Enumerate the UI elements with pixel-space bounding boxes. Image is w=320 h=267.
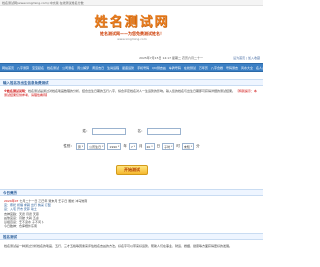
almanac-line: 今日胎神：仓库栖外东南 (4, 224, 38, 229)
nav-item[interactable]: 八字合婚 (211, 66, 223, 70)
year-unit: 年 (123, 144, 127, 148)
nav-item[interactable]: 万年历 (199, 66, 208, 70)
nav-item[interactable]: 车牌号码 (169, 66, 181, 70)
month-unit: 月 (139, 144, 143, 148)
nav-item[interactable]: 手机号码 (137, 66, 149, 70)
day-select[interactable]: 20 ▾ (144, 143, 155, 150)
month-select[interactable]: 7 ▾ (128, 143, 137, 150)
hour-unit: 时 (176, 144, 180, 148)
minute-select[interactable]: 未知 ▾ (181, 143, 195, 150)
nav-item[interactable]: 名人八字 (256, 66, 263, 70)
site-logo[interactable]: 姓名测试网 (78, 11, 186, 30)
site-url[interactable]: www.xingming.com (100, 37, 164, 41)
chevron-down-icon: ▾ (151, 145, 153, 148)
given-name-input[interactable] (146, 128, 181, 135)
nav-item[interactable]: 姓名测试 (47, 66, 59, 70)
almanac-content: 2024年07 七月二十一日 乙巳年 癸未月 壬子日 属蛇 冲马煞南 宜：祭祀 … (4, 199, 259, 228)
nav-item[interactable]: 风水大全 (241, 66, 253, 70)
current-date: 2025年7月15日 14:17 星期二 农历六月二十一 (139, 56, 203, 60)
chevron-down-icon: ▾ (190, 145, 193, 148)
header-links[interactable]: 设为首页 | 加入收藏 (233, 56, 260, 60)
section-header-desc: 姓名测试 (0, 233, 263, 240)
intro-text: ※姓名测试说明：姓名测试是通过对姓名笔画数理的分析，结合出生日期的五行八字，综合… (4, 89, 259, 97)
section-header-almanac: 今日黄历 (0, 189, 263, 196)
intro-body: 姓名测试是通过对姓名笔画数理的分析，结合出生日期的五行八字，综合评定姓名对人一生… (27, 89, 235, 93)
chevron-down-icon: ▾ (81, 145, 84, 148)
gender-select[interactable]: 男 ▾ (75, 143, 86, 150)
calendar-select[interactable]: 公历生日 ▾ (87, 143, 106, 150)
info-bar: 2025年7月15日 14:17 星期二 农历六月二十一 设为首页 | 加入收藏 (0, 56, 263, 61)
nav-item[interactable]: 网站首页 (2, 66, 14, 70)
surname-label: 姓： (82, 129, 90, 133)
chevron-down-icon: ▾ (171, 145, 173, 148)
chevron-down-icon: ▾ (102, 145, 104, 148)
nav-item[interactable]: 在线测试 (184, 66, 196, 70)
nav-item[interactable]: 宝宝起名 (32, 66, 44, 70)
day-unit: 日 (156, 144, 161, 148)
browser-bar: 姓名测试网(www.xingming.com) 中文版 在线测试姓名分数 (0, 0, 263, 6)
nav-item[interactable]: 黄道吉日 (92, 66, 104, 70)
browser-url[interactable]: 姓名测试网(www.xingming.com) 中文版 在线测试姓名分数 (2, 1, 84, 5)
nav-item[interactable]: 周公解梦 (77, 66, 89, 70)
section-title: 今日黄历 (3, 191, 17, 195)
hour-select[interactable]: 子时 ▾ (162, 143, 175, 150)
minute-unit: 分 (196, 144, 200, 148)
name-row: 姓： 名： (0, 127, 263, 136)
nav-item[interactable]: 公司测名 (62, 66, 74, 70)
section-title: 姓名测试 (3, 235, 17, 239)
given-name-label: 名： (137, 129, 145, 133)
gender-label: 性别： (63, 144, 74, 148)
surname-input[interactable] (91, 128, 126, 135)
main-nav: 网站首页 八字测算 宝宝起名 姓名测试 公司测名 周公解梦 黄道吉日 生肖运程 星座运势 手机号码… (0, 63, 263, 72)
nav-item[interactable]: 八字测算 (17, 66, 29, 70)
description-text: 姓名测试是一种通过分析姓名的笔画、五行、三才五格等因素来评估姓名吉凶的方法。好名… (4, 244, 233, 248)
birth-row: 性别： 男 ▾ 公历生日 ▾ 1990 ▾ 年 7 ▾ 月 20 ▾ 日 子时 ▾ 时 未知… (0, 142, 263, 151)
nav-item[interactable]: QQ测吉凶 (152, 66, 166, 70)
chevron-down-icon: ▾ (118, 145, 120, 148)
chevron-down-icon: ▾ (133, 145, 135, 148)
nav-item[interactable]: 生肖运程 (107, 66, 119, 70)
nav-item[interactable]: 星座运势 (122, 66, 134, 70)
section-header-input: 输入姓名及出生信息免费测试 (0, 79, 263, 86)
year-select[interactable]: 1990 ▾ (107, 143, 122, 150)
start-test-button[interactable]: 开始测试 (116, 165, 148, 175)
nav-item[interactable]: 号码测吉 (226, 66, 238, 70)
section-title: 输入姓名及出生信息免费测试 (3, 81, 49, 85)
